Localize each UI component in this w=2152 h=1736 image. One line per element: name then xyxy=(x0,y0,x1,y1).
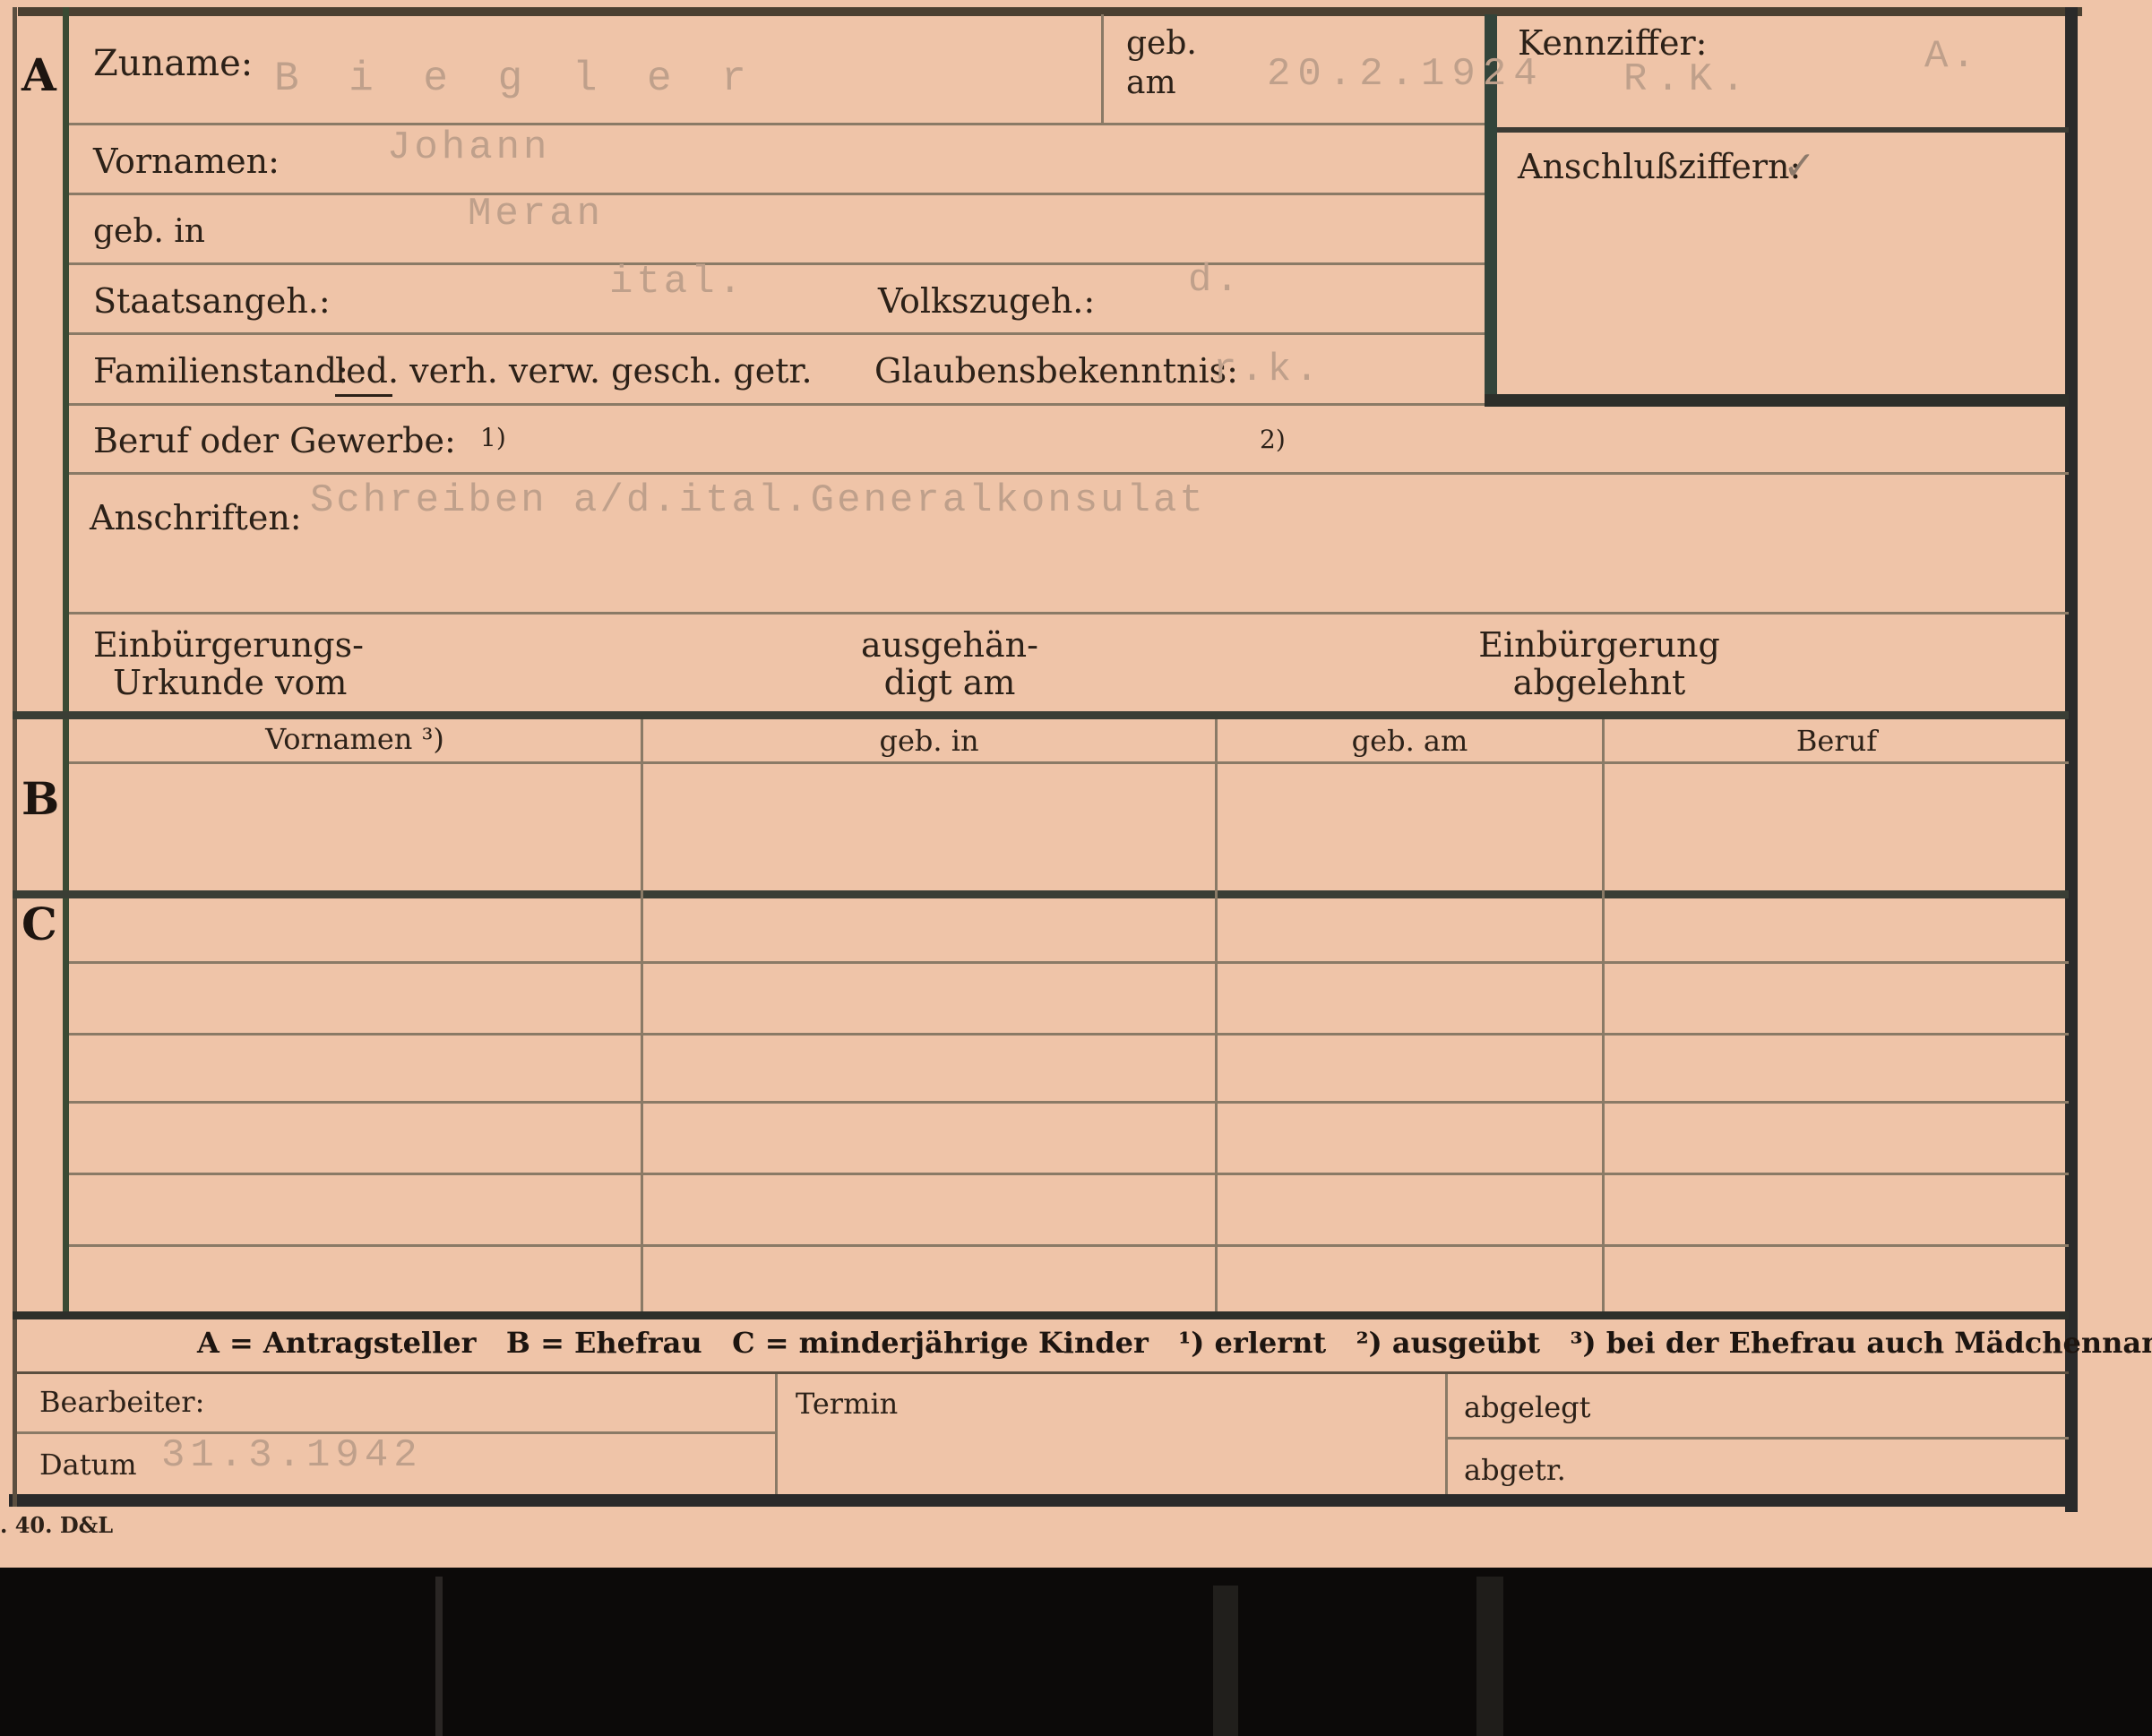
anschriften-label: Anschriften: xyxy=(90,498,302,537)
col-div-3 xyxy=(1602,719,1605,1314)
backdrop-strip-2 xyxy=(1213,1586,1238,1736)
index-card: A B C Zuname: B i e g l e r geb. am 20.2… xyxy=(0,0,2152,1568)
staat-value: ital. xyxy=(609,260,746,305)
b-col-gebin: geb. in xyxy=(879,724,979,758)
bottom-rule-right xyxy=(1448,1437,2069,1440)
section-b-letter: B xyxy=(22,772,60,825)
abgetr-label: abgetr. xyxy=(1464,1453,1566,1487)
c-rule-5 xyxy=(69,1244,2069,1247)
col-div-2 xyxy=(1215,719,1218,1314)
abgelegt-label: abgelegt xyxy=(1464,1390,1591,1424)
glauben-label: Glaubensbekenntnis: xyxy=(874,351,1238,391)
volk-label: Volkszugeh.: xyxy=(878,281,1096,321)
staat-label: Staatsangeh.: xyxy=(93,281,331,321)
b-header-rule xyxy=(69,761,2069,764)
einb-abgelehnt-line2: abgelehnt xyxy=(1512,663,1686,702)
gebam-label-2: am xyxy=(1126,64,1176,101)
imprint: . 40. D&L xyxy=(0,1512,114,1538)
rule-a4 xyxy=(69,332,1486,335)
datum-value: 31.3.1942 xyxy=(161,1433,423,1478)
einb-urkunde-line2: Urkunde vom xyxy=(113,663,348,702)
bottom-border xyxy=(9,1494,2078,1507)
section-c-letter: C xyxy=(22,898,57,950)
zuname-value: B i e g l e r xyxy=(274,56,759,102)
legend-text: A = Antragsteller B = Ehefrau C = minder… xyxy=(197,1326,2152,1360)
b-col-gebam: geb. am xyxy=(1351,724,1468,758)
gebam-divider xyxy=(1101,14,1104,124)
legend-top-border xyxy=(13,1311,2069,1319)
b-col-beruf: Beruf xyxy=(1795,724,1878,758)
beruf-note-2: 2) xyxy=(1260,425,1286,454)
col-div-1 xyxy=(641,719,643,1314)
zuname-label: Zuname: xyxy=(93,43,254,84)
datum-label: Datum xyxy=(39,1448,137,1482)
familienstand-label: Familienstand: xyxy=(93,351,349,391)
c-rule-2 xyxy=(69,1033,2069,1036)
kennziffer-value-1: R.K. xyxy=(1623,57,1754,102)
c-rule-4 xyxy=(69,1173,2069,1175)
einb-urkunde-line1: Einbürgerungs- xyxy=(93,625,364,665)
gebin-label: geb. in xyxy=(93,213,205,250)
vornamen-label: Vornamen: xyxy=(93,142,280,181)
section-b-top-border xyxy=(13,711,2069,719)
termin-label: Termin xyxy=(796,1387,899,1421)
gebin-value: Meran xyxy=(468,192,605,236)
beruf-note-1: 1) xyxy=(480,423,506,452)
kennziffer-value-2: A. xyxy=(1924,34,1979,79)
section-a-letter: A xyxy=(22,48,56,101)
rule-a3 xyxy=(69,262,1486,265)
glauben-value: r.k. xyxy=(1213,348,1322,392)
beruf-label: Beruf oder Gewerbe: xyxy=(93,421,456,460)
gebam-value: 20.2.1924 xyxy=(1267,52,1545,97)
c-rule-1 xyxy=(69,961,2069,964)
b-col-vornamen: Vornamen ³) xyxy=(265,722,444,756)
rule-a1 xyxy=(69,123,1486,125)
anschluss-label: Anschlußziffern: xyxy=(1518,147,1802,186)
section-c-top-border xyxy=(13,890,2069,898)
bearbeiter-label: Bearbeiter: xyxy=(39,1385,205,1419)
backdrop-strip-3 xyxy=(1476,1577,1503,1736)
ausgehaendigt-line2: digt am xyxy=(883,663,1016,702)
familienstand-options: led. verh. verw. gesch. getr. xyxy=(335,351,813,391)
anschluss-checkmark: ✓ xyxy=(1783,147,1820,192)
backdrop-strip-1 xyxy=(435,1577,443,1736)
legend-bottom-rule xyxy=(13,1371,2069,1374)
top-border xyxy=(18,7,2082,16)
led-underline xyxy=(335,394,392,397)
c-rule-3 xyxy=(69,1101,2069,1104)
kennziffer-box-mid xyxy=(1497,127,2069,133)
volk-value: d. xyxy=(1188,258,1243,303)
bottom-div-1 xyxy=(775,1374,778,1494)
ausgehaendigt-line1: ausgehän- xyxy=(861,625,1038,665)
right-border xyxy=(2065,7,2078,1512)
anschriften-value: Schreiben a/d.ital.Generalkonsulat xyxy=(310,478,1206,523)
section-divider-v xyxy=(63,7,69,1315)
vornamen-value: Johann xyxy=(387,125,551,170)
rule-a7 xyxy=(69,612,2069,614)
left-border xyxy=(13,7,17,1507)
bottom-div-2 xyxy=(1445,1374,1448,1494)
gebam-label-1: geb. xyxy=(1126,25,1197,62)
kennziffer-box-bottom xyxy=(1485,394,2069,407)
rule-a2 xyxy=(69,193,1486,195)
einb-abgelehnt-line1: Einbürgerung xyxy=(1478,625,1720,665)
rule-a6 xyxy=(69,472,2069,475)
